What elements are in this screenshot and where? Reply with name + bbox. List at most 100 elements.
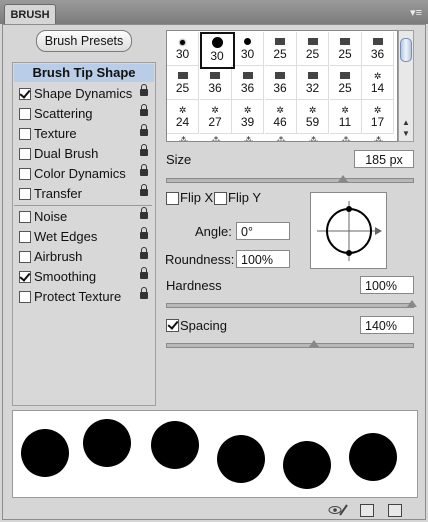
option-smoothing[interactable]: Smoothing [18, 267, 152, 287]
brush-tip-option[interactable]: ✲ 14 [362, 66, 394, 100]
option-color-dynamics[interactable]: Color Dynamics [18, 164, 152, 184]
size-slider-thumb[interactable] [338, 175, 349, 182]
lock-icon[interactable] [140, 164, 148, 176]
brush-tip-option[interactable]: 25 [297, 32, 329, 66]
lock-icon[interactable] [140, 207, 148, 219]
flip-x-checkbox[interactable] [166, 192, 179, 205]
brush-tip-option[interactable]: 36 [232, 66, 264, 100]
option-checkbox[interactable] [19, 188, 31, 200]
brush-tip-option[interactable]: 25 [264, 32, 297, 66]
roundness-field[interactable]: 100% [236, 250, 290, 268]
brush-tip-option[interactable]: ✲ 17 [362, 100, 394, 134]
brush-tip-option[interactable]: 32 [297, 66, 329, 100]
brush-tip-option[interactable]: ✲ 24 [167, 100, 199, 134]
spacing-slider[interactable] [166, 343, 414, 348]
angle-field[interactable]: 0° [236, 222, 290, 240]
brush-tip-option[interactable]: 36 [362, 32, 394, 66]
hardness-slider-thumb[interactable] [407, 300, 417, 307]
brush-tip-partial[interactable]: ⁂ [212, 134, 221, 141]
option-airbrush[interactable]: Airbrush [18, 247, 152, 267]
option-checkbox[interactable] [19, 271, 31, 283]
brush-tip-option[interactable]: 36 [199, 66, 232, 100]
brush-presets-button[interactable]: Brush Presets [36, 30, 132, 52]
option-label: Wet Edges [34, 229, 98, 244]
option-checkbox[interactable] [19, 291, 31, 303]
brush-tip-option[interactable]: 25 [329, 66, 362, 100]
hard-dot-large-icon [202, 36, 233, 50]
brush-tip-selected[interactable]: 30 [199, 32, 235, 69]
option-wet-edges[interactable]: Wet Edges [18, 227, 152, 247]
option-protect-texture[interactable]: Protect Texture [18, 287, 152, 307]
brush-size-label: 36 [273, 81, 287, 95]
angle-roundness-widget[interactable] [310, 192, 387, 269]
option-brush-tip-shape[interactable]: Brush Tip Shape [14, 64, 154, 82]
size-field[interactable]: 185 px [354, 150, 414, 168]
lock-icon[interactable] [140, 247, 148, 259]
scroll-down-icon[interactable]: ▼ [399, 129, 413, 138]
spacing-checkbox[interactable] [166, 319, 179, 332]
option-checkbox[interactable] [19, 148, 31, 160]
spacing-slider-thumb[interactable] [308, 340, 319, 347]
brush-tip-option[interactable]: ✲ 59 [297, 100, 329, 134]
option-scattering[interactable]: Scattering [18, 104, 152, 124]
brush-tip-partial[interactable]: ⁂ [309, 134, 318, 141]
hardness-field[interactable]: 100% [360, 276, 414, 294]
lock-icon[interactable] [140, 104, 148, 116]
lock-icon[interactable] [140, 227, 148, 239]
brush-angle-icon[interactable] [311, 193, 386, 268]
brush-tip-partial[interactable]: ⁂ [342, 134, 351, 141]
option-checkbox[interactable] [19, 108, 31, 120]
brush-tip-option[interactable]: 36 [264, 66, 297, 100]
brush-tip-option[interactable]: 25 [167, 66, 199, 100]
option-checkbox[interactable] [19, 211, 31, 223]
brush-tip-option[interactable]: 30 [167, 32, 199, 66]
hardness-slider[interactable] [166, 303, 414, 308]
brush-size-label: 59 [305, 115, 320, 129]
bristle-icon [167, 68, 198, 82]
scatter-icon: ✲ [243, 105, 252, 115]
option-checkbox[interactable] [19, 128, 31, 140]
lock-icon[interactable] [140, 267, 148, 279]
brush-size-label: 36 [208, 81, 222, 95]
grid-panel-icon[interactable] [360, 504, 374, 517]
option-dual-brush[interactable]: Dual Brush [18, 144, 152, 164]
lock-icon[interactable] [140, 84, 148, 96]
panel-menu-icon[interactable]: ▾≡ [410, 6, 422, 19]
tab-brush[interactable]: BRUSH [4, 4, 56, 25]
lock-icon[interactable] [140, 124, 148, 136]
brush-size-label: 25 [175, 81, 190, 95]
lock-icon[interactable] [140, 287, 148, 299]
option-shape-dynamics[interactable]: Shape Dynamics [18, 84, 152, 104]
brush-size-label: 14 [370, 81, 385, 95]
brush-tip-option[interactable]: ✲ 39 [232, 100, 264, 134]
option-label: Color Dynamics [34, 166, 126, 181]
option-texture[interactable]: Texture [18, 124, 152, 144]
spacing-field[interactable]: 140% [360, 316, 414, 334]
option-transfer[interactable]: Transfer [18, 184, 152, 204]
flip-y-checkbox[interactable] [214, 192, 227, 205]
brush-tip-partial[interactable]: ⁂ [374, 134, 383, 141]
brush-size-label: 30 [240, 47, 255, 61]
option-noise[interactable]: Noise [18, 207, 152, 227]
brush-tip-option[interactable]: ✲ 27 [199, 100, 232, 134]
lock-icon[interactable] [140, 144, 148, 156]
option-checkbox[interactable] [19, 168, 31, 180]
option-checkbox[interactable] [19, 231, 31, 243]
new-preset-icon[interactable] [388, 504, 402, 517]
brush-size-label: 17 [370, 115, 385, 129]
brush-tip-option[interactable]: ✲ 46 [264, 100, 297, 134]
scroll-up-icon[interactable]: ▲ [399, 118, 413, 127]
brush-tip-option[interactable]: 30 [232, 32, 264, 66]
option-checkbox[interactable] [19, 251, 31, 263]
eye-brush-icon[interactable] [328, 503, 348, 517]
brush-tip-option[interactable]: 25 [329, 32, 362, 66]
lock-icon[interactable] [140, 184, 148, 196]
brush-tip-partial[interactable]: ⁂ [179, 134, 188, 141]
option-checkbox[interactable] [19, 88, 31, 100]
brush-size-label: 36 [370, 47, 385, 61]
brush-tip-option[interactable]: ✲ 11 [329, 100, 362, 134]
brush-tip-partial[interactable]: ⁂ [277, 134, 286, 141]
size-slider[interactable] [166, 178, 414, 183]
brush-tip-partial[interactable]: ⁂ [244, 134, 253, 141]
grid-scroll-thumb[interactable] [400, 38, 412, 62]
